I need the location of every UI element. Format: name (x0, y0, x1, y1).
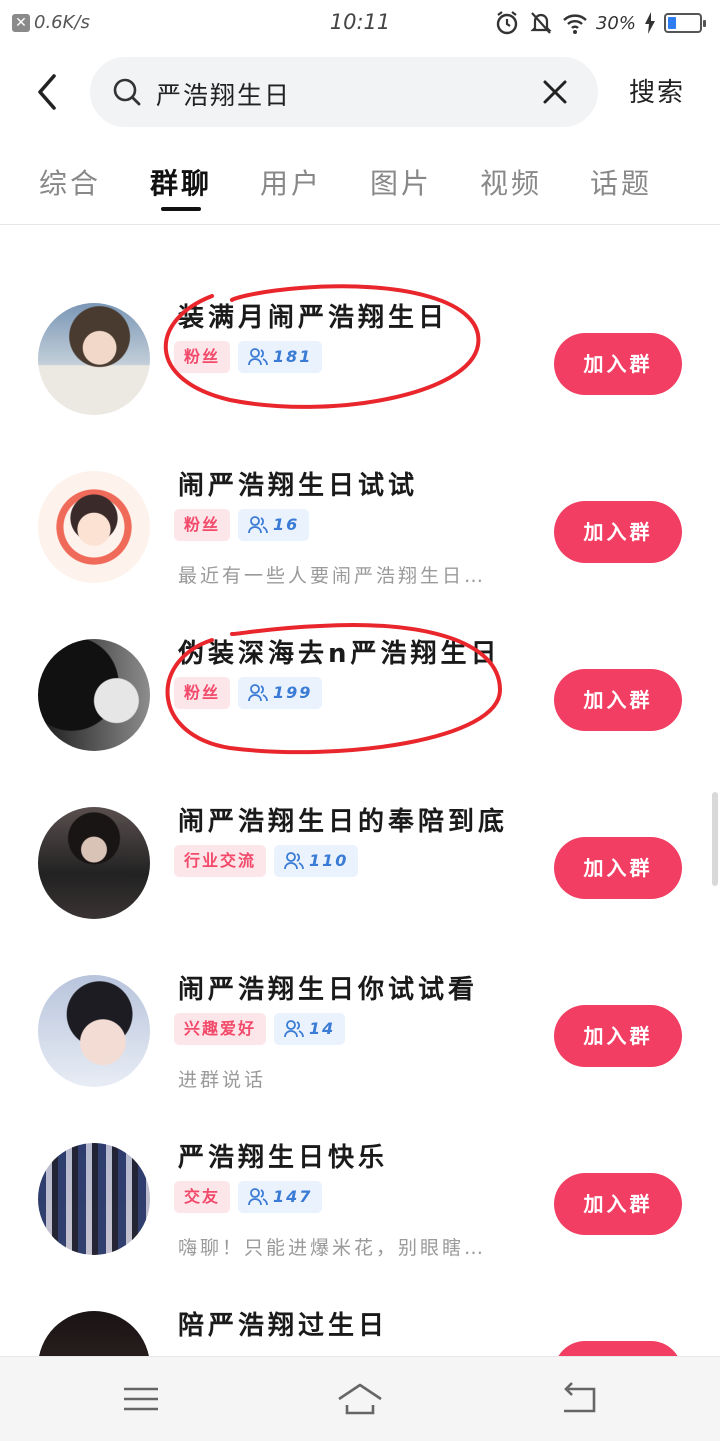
avatar (38, 807, 150, 919)
group-description: 最近有一些人要闹严浩翔生日… (178, 565, 487, 587)
tab-general[interactable]: 综合 (20, 162, 120, 202)
list-item[interactable]: 严浩翔生日快乐 交友 147 嗨聊！只能进爆米花，别眼瞎… 加入群 (0, 1109, 720, 1277)
active-tab-indicator (161, 207, 201, 211)
category-tag: 兴趣爱好 (174, 1013, 267, 1045)
people-icon (248, 348, 268, 366)
tab-images[interactable]: 图片 (351, 162, 451, 202)
member-count: 14 (309, 1019, 336, 1038)
member-count-tag: 147 (238, 1181, 323, 1213)
status-right: 30% (494, 10, 706, 36)
member-count-tag: 16 (238, 509, 310, 541)
join-group-button[interactable]: 加入群 (554, 1173, 682, 1235)
list-item[interactable]: 装满月闹严浩翔生日 粉丝 181 加入群 (0, 269, 720, 437)
status-bar: ✕ 0.6K/s 10:11 30% (0, 0, 720, 48)
back-icon[interactable] (554, 1379, 604, 1419)
system-nav-bar (0, 1356, 720, 1441)
join-group-button[interactable]: 加入群 (554, 1005, 682, 1067)
list-item[interactable]: 闹严浩翔生日试试 粉丝 16 最近有一些人要闹严浩翔生日… 加入群 (0, 437, 720, 605)
avatar (38, 1311, 150, 1356)
back-arrow-icon[interactable] (28, 68, 68, 116)
join-group-button[interactable]: 加入群 (554, 501, 682, 563)
avatar (38, 639, 150, 751)
people-icon (248, 684, 268, 702)
group-description: 进群说话 (178, 1069, 267, 1091)
charging-icon (645, 12, 655, 34)
battery-percent: 30% (595, 12, 636, 34)
home-icon[interactable] (335, 1379, 385, 1419)
alarm-icon (496, 11, 518, 35)
avatar (38, 975, 150, 1087)
join-group-button[interactable]: 加入群 (554, 837, 682, 899)
join-group-button[interactable]: 加入群 (554, 669, 682, 731)
category-tag: 行业交流 (174, 845, 267, 877)
tab-topics[interactable]: 话题 (571, 162, 671, 202)
people-icon (284, 1020, 304, 1038)
join-group-button[interactable]: 加入群 (554, 1341, 682, 1356)
list-item[interactable]: 伪装深海去n严浩翔生日 粉丝 199 加入群 (0, 605, 720, 773)
avatar (38, 471, 150, 583)
category-tag: 粉丝 (174, 509, 231, 541)
people-icon (248, 1188, 268, 1206)
member-count: 199 (273, 683, 313, 702)
group-name: 伪装深海去n严浩翔生日 (178, 639, 501, 669)
menu-icon[interactable] (116, 1379, 166, 1419)
group-name: 严浩翔生日快乐 (178, 1143, 389, 1173)
tab-bar: 综合 群聊 用户 图片 视频 话题 (0, 150, 720, 225)
category-tag: 粉丝 (174, 677, 231, 709)
group-name: 闹严浩翔生日的奉陪到底 (178, 807, 509, 837)
member-count: 16 (273, 515, 300, 534)
member-count: 147 (273, 1187, 313, 1206)
group-name: 陪严浩翔过生日 (178, 1311, 389, 1341)
scrollbar[interactable] (712, 792, 718, 886)
group-description: 嗨聊！只能进爆米花，别眼瞎… (178, 1237, 487, 1259)
join-group-button[interactable]: 加入群 (554, 333, 682, 395)
search-icon (113, 78, 141, 106)
category-tag: 粉丝 (174, 341, 231, 373)
battery-icon (664, 13, 706, 33)
search-input[interactable]: 严浩翔生日 (156, 76, 291, 112)
tab-videos[interactable]: 视频 (461, 162, 561, 202)
group-name: 装满月闹严浩翔生日 (178, 303, 449, 333)
member-count-tag: 181 (238, 341, 323, 373)
member-count: 110 (309, 851, 349, 870)
people-icon (248, 516, 268, 534)
list-item[interactable]: 陪严浩翔过生日 加入群 (0, 1277, 720, 1356)
search-box[interactable]: 严浩翔生日 (90, 57, 598, 127)
member-count-tag: 110 (274, 845, 359, 877)
clear-icon[interactable] (540, 77, 570, 107)
mute-icon (530, 12, 552, 34)
group-name: 闹严浩翔生日试试 (178, 471, 419, 501)
member-count: 181 (273, 347, 313, 366)
avatar (38, 1143, 150, 1255)
group-list[interactable]: 装满月闹严浩翔生日 粉丝 181 加入群 闹严浩翔生日试试 粉丝 16 最近有一… (0, 225, 720, 1356)
people-icon (284, 852, 304, 870)
tab-group-chat[interactable]: 群聊 (131, 162, 231, 202)
member-count-tag: 14 (274, 1013, 346, 1045)
category-tag: 交友 (174, 1181, 231, 1213)
member-count-tag: 199 (238, 677, 323, 709)
tab-users[interactable]: 用户 (241, 162, 341, 202)
group-name: 闹严浩翔生日你试试看 (178, 975, 479, 1005)
wifi-icon (563, 14, 587, 34)
avatar (38, 303, 150, 415)
list-item[interactable]: 闹严浩翔生日的奉陪到底 行业交流 110 加入群 (0, 773, 720, 941)
list-item[interactable]: 闹严浩翔生日你试试看 兴趣爱好 14 进群说话 加入群 (0, 941, 720, 1109)
search-button[interactable]: 搜索 (612, 72, 702, 112)
